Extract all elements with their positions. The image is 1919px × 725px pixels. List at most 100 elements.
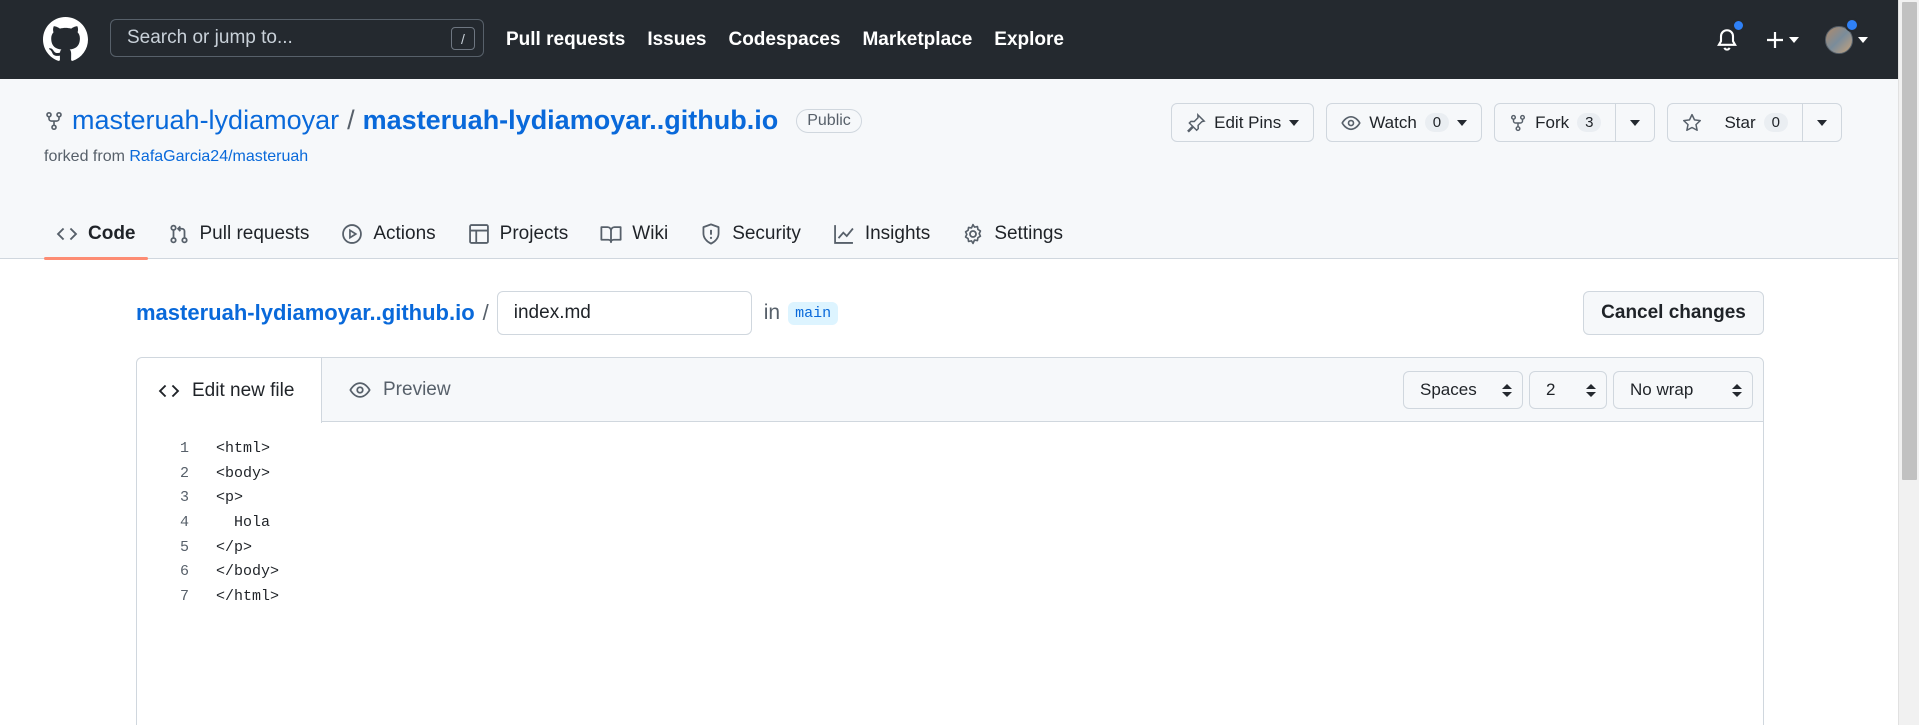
search-input[interactable]: Search or jump to... / bbox=[110, 19, 484, 57]
line-number: 2 bbox=[179, 464, 189, 482]
notification-dot bbox=[1732, 18, 1745, 32]
star-button[interactable]: Star 0 bbox=[1668, 104, 1802, 141]
tab-preview[interactable]: Preview bbox=[349, 358, 451, 422]
code-line: 1 <html> bbox=[137, 436, 1763, 461]
chevron-down-icon bbox=[1289, 119, 1300, 126]
forked-source-link[interactable]: RafaGarcia24/masteruah bbox=[129, 148, 308, 165]
tab-settings-label: Settings bbox=[994, 222, 1063, 244]
graph-icon bbox=[833, 224, 854, 244]
edit-pins-button[interactable]: Edit Pins bbox=[1171, 103, 1315, 142]
forked-prefix: forked from bbox=[44, 148, 125, 165]
tab-insights[interactable]: Insights bbox=[821, 208, 942, 259]
nav-pull-requests[interactable]: Pull requests bbox=[506, 29, 625, 51]
global-header: Search or jump to... / Pull requests Iss… bbox=[0, 0, 1898, 79]
watch-button[interactable]: Watch 0 bbox=[1326, 103, 1483, 142]
star-label: Star bbox=[1724, 112, 1756, 132]
code-line: 3 <p> bbox=[137, 485, 1763, 510]
code-area[interactable]: 1 <html> 2 <body> 3 <p> 4 Hola 5 </p> 6 </bod… bbox=[137, 422, 1763, 609]
fork-dropdown-button[interactable] bbox=[1615, 104, 1654, 141]
tab-settings[interactable]: Settings bbox=[950, 208, 1075, 259]
repo-tabs: Code Pull requests Actions Projects Wiki… bbox=[44, 208, 1083, 260]
create-new-button[interactable] bbox=[1765, 30, 1799, 50]
fork-count: 3 bbox=[1577, 113, 1602, 132]
eye-icon bbox=[1341, 115, 1361, 130]
line-content: </html> bbox=[216, 587, 280, 605]
pin-icon bbox=[1187, 112, 1206, 133]
code-icon bbox=[56, 227, 78, 240]
tab-projects-label: Projects bbox=[499, 222, 569, 244]
tab-projects[interactable]: Projects bbox=[456, 208, 581, 259]
chevron-down-icon bbox=[1789, 36, 1799, 43]
fork-button[interactable]: Fork 3 bbox=[1495, 104, 1615, 141]
forked-from: forked from RafaGarcia24/masteruah bbox=[44, 148, 308, 166]
chevron-down-icon bbox=[1630, 119, 1641, 126]
code-line: 6 </body> bbox=[137, 559, 1763, 584]
wrap-mode-value: No wrap bbox=[1630, 380, 1694, 399]
git-pull-request-icon bbox=[169, 224, 188, 243]
line-content: <body> bbox=[216, 464, 271, 482]
indent-size-select[interactable]: 2 bbox=[1529, 371, 1607, 409]
tab-security-label: Security bbox=[732, 222, 801, 244]
gear-icon bbox=[965, 223, 982, 244]
plus-icon bbox=[1767, 31, 1783, 48]
repo-forked-icon bbox=[46, 111, 62, 130]
repo-actions: Edit Pins Watch 0 Fork 3 Star 0 bbox=[1171, 103, 1842, 142]
wrap-mode-select[interactable]: No wrap bbox=[1613, 371, 1753, 409]
line-content: Hola bbox=[216, 513, 271, 531]
repo-name-link[interactable]: masteruah-lydiamoyar..github.io bbox=[363, 105, 779, 136]
nav-codespaces[interactable]: Codespaces bbox=[728, 29, 840, 51]
watch-count: 0 bbox=[1424, 113, 1450, 132]
select-arrows-icon bbox=[1502, 383, 1512, 397]
global-nav: Pull requests Issues Codespaces Marketpl… bbox=[506, 0, 1064, 79]
star-button-group: Star 0 bbox=[1667, 103, 1842, 142]
star-count: 0 bbox=[1763, 113, 1788, 132]
fork-label: Fork bbox=[1535, 112, 1570, 132]
star-icon bbox=[1683, 113, 1702, 131]
line-number: 1 bbox=[179, 439, 189, 457]
repo-owner-link[interactable]: masteruah-lydiamoyar bbox=[72, 105, 339, 136]
select-arrows-icon bbox=[1586, 383, 1596, 397]
tab-actions[interactable]: Actions bbox=[329, 208, 447, 259]
filename-input[interactable] bbox=[496, 291, 752, 335]
branch-label: main bbox=[788, 301, 839, 325]
tab-pull-requests[interactable]: Pull requests bbox=[156, 208, 322, 259]
cancel-changes-button[interactable]: Cancel changes bbox=[1583, 291, 1764, 335]
line-number: 7 bbox=[179, 587, 189, 605]
github-logo-icon[interactable] bbox=[43, 17, 88, 62]
avatar-status-dot bbox=[1845, 17, 1859, 32]
line-content: </p> bbox=[216, 538, 253, 556]
breadcrumb-separator: / bbox=[482, 300, 489, 325]
tab-edit-new-file[interactable]: Edit new file bbox=[137, 358, 322, 423]
line-number: 5 bbox=[179, 538, 189, 556]
indent-mode-select[interactable]: Spaces bbox=[1403, 371, 1523, 409]
line-content: <html> bbox=[216, 439, 271, 457]
star-dropdown-button[interactable] bbox=[1802, 104, 1841, 141]
scrollbar-thumb[interactable] bbox=[1902, 2, 1917, 480]
repo-forked-icon bbox=[1511, 114, 1526, 131]
table-icon bbox=[468, 223, 489, 244]
nav-explore[interactable]: Explore bbox=[994, 29, 1064, 51]
notifications-button[interactable] bbox=[1715, 18, 1745, 53]
tab-pull-requests-label: Pull requests bbox=[199, 222, 310, 244]
nav-marketplace[interactable]: Marketplace bbox=[862, 29, 972, 51]
line-number: 4 bbox=[179, 513, 189, 531]
breadcrumb-repo-link[interactable]: masteruah-lydiamoyar..github.io bbox=[136, 300, 475, 326]
user-menu-button[interactable] bbox=[1825, 17, 1868, 54]
tab-security[interactable]: Security bbox=[688, 208, 813, 259]
code-line: 4 Hola bbox=[137, 510, 1763, 535]
tab-wiki[interactable]: Wiki bbox=[588, 208, 680, 259]
indent-mode-value: Spaces bbox=[1420, 380, 1477, 399]
nav-issues[interactable]: Issues bbox=[647, 29, 706, 51]
tab-wiki-label: Wiki bbox=[632, 222, 669, 244]
chevron-down-icon bbox=[1858, 36, 1868, 43]
line-number: 6 bbox=[179, 563, 189, 581]
repo-separator: / bbox=[347, 105, 355, 135]
tab-code[interactable]: Code bbox=[44, 208, 148, 260]
book-icon bbox=[600, 225, 622, 243]
tab-insights-label: Insights bbox=[864, 222, 931, 244]
page-scrollbar[interactable] bbox=[1898, 0, 1919, 725]
play-icon bbox=[342, 223, 363, 244]
tab-preview-label: Preview bbox=[383, 379, 451, 400]
repo-title: masteruah-lydiamoyar / masteruah-lydiamo… bbox=[44, 105, 862, 136]
header-actions bbox=[1715, 0, 1868, 79]
